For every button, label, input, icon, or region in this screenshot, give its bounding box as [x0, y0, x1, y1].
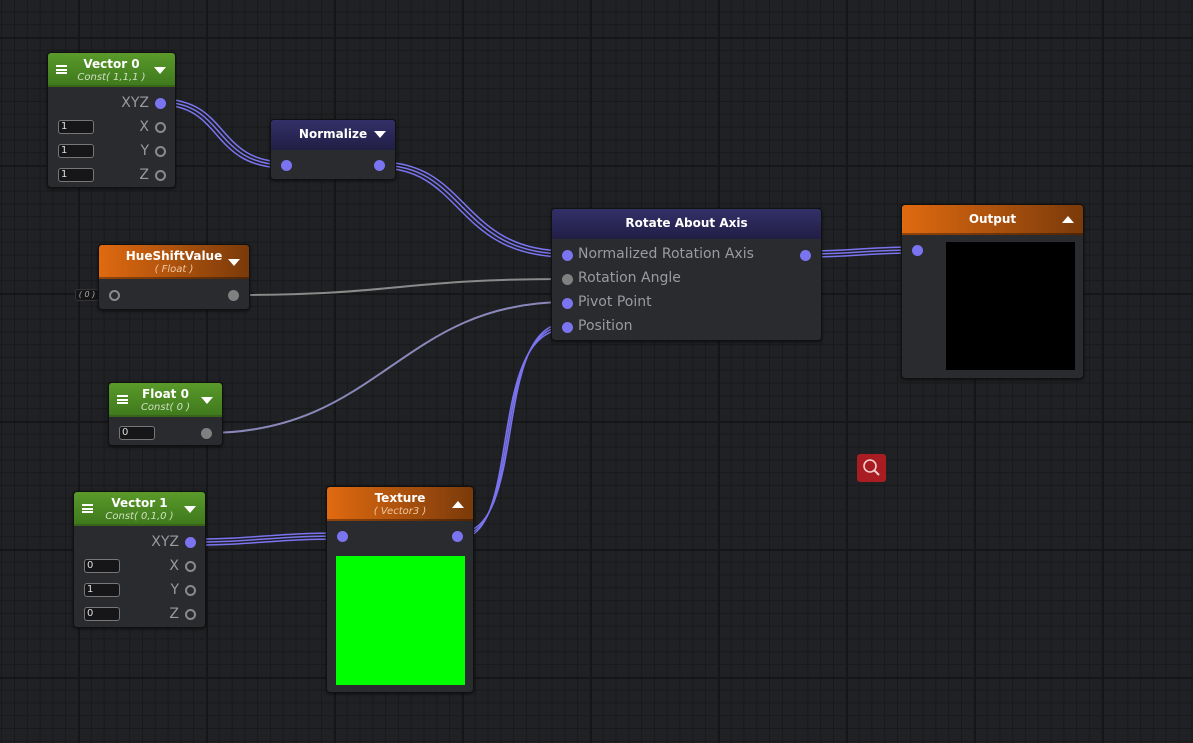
texture-node[interactable]: Texture ( Vector3 )	[326, 486, 474, 693]
input-port-angle[interactable]	[562, 274, 573, 285]
wire-vector1-texture	[189, 532, 343, 546]
z-field[interactable]: 1	[58, 168, 94, 182]
vector0-header[interactable]: Vector 0 Const( 1,1,1 )	[48, 53, 175, 87]
node-title: Vector 0	[83, 57, 140, 71]
port-label-y: Y	[170, 582, 179, 598]
output-port[interactable]	[800, 250, 811, 261]
triangle-icon[interactable]	[452, 501, 464, 508]
port-label-pivot: Pivot Point	[578, 294, 652, 310]
triangle-icon[interactable]	[1062, 216, 1074, 223]
port-label-z: Z	[169, 606, 179, 622]
input-port-axis[interactable]	[562, 250, 573, 261]
y-field[interactable]: 1	[58, 144, 94, 158]
output-port-z[interactable]	[155, 170, 166, 181]
rotate-about-axis-node[interactable]: Rotate About Axis Normalized Rotation Ax…	[551, 208, 822, 341]
y-field[interactable]: 1	[84, 583, 120, 597]
port-label-x: X	[169, 558, 179, 574]
input-port-position[interactable]	[562, 322, 573, 333]
node-title: Texture	[374, 491, 426, 505]
output-port-x[interactable]	[155, 122, 166, 133]
output-port[interactable]	[228, 290, 239, 301]
port-label-x: X	[139, 119, 149, 135]
node-title: Rotate About Axis	[625, 216, 748, 230]
x-field[interactable]: 1	[58, 120, 94, 134]
node-title: Vector 1	[111, 496, 168, 510]
node-title: HueShiftValue	[125, 249, 223, 263]
search-button[interactable]	[857, 454, 886, 482]
input-port[interactable]	[337, 531, 348, 542]
node-title: Output	[968, 212, 1017, 226]
triangle-icon[interactable]	[228, 259, 240, 266]
hueshift-node[interactable]: HueShiftValue ( Float )	[98, 244, 250, 310]
port-label-y: Y	[140, 143, 149, 159]
input-port[interactable]	[281, 160, 292, 171]
output-header[interactable]: Output	[902, 205, 1083, 235]
output-port-y[interactable]	[185, 585, 196, 596]
normalize-node[interactable]: Normalize	[270, 119, 396, 180]
node-title: Normalize	[298, 127, 368, 141]
hamburger-icon[interactable]	[56, 65, 67, 74]
wire-hueshift-rotate	[233, 278, 568, 296]
node-subtitle: ( Float )	[154, 264, 194, 275]
output-node[interactable]: Output	[901, 204, 1084, 379]
input-port-pivot[interactable]	[562, 298, 573, 309]
output-port-xyz[interactable]	[155, 98, 166, 109]
output-port-z[interactable]	[185, 609, 196, 620]
wire-normalize-rotate	[378, 161, 568, 258]
triangle-icon[interactable]	[201, 397, 213, 404]
wire-texture-rotate	[457, 322, 568, 540]
vector1-header[interactable]: Vector 1 Const( 0,1,0 )	[74, 492, 205, 526]
vector1-node[interactable]: Vector 1 Const( 0,1,0 ) XYZ 0 X 1 Y 0 Z	[73, 491, 206, 628]
port-label-xyz: XYZ	[121, 95, 149, 111]
hamburger-icon[interactable]	[117, 395, 128, 404]
output-port-x[interactable]	[185, 561, 196, 572]
normalize-header[interactable]: Normalize	[271, 120, 395, 150]
input-port[interactable]	[109, 290, 120, 301]
value-field[interactable]: 0	[119, 426, 155, 440]
rotate-header[interactable]: Rotate About Axis	[552, 209, 821, 239]
triangle-icon[interactable]	[374, 131, 386, 138]
wire-vector0-normalize	[159, 98, 287, 169]
output-port-y[interactable]	[155, 146, 166, 157]
node-title: Float 0	[142, 387, 189, 401]
hueshift-header[interactable]: HueShiftValue ( Float )	[99, 245, 249, 279]
texture-header[interactable]: Texture ( Vector3 )	[327, 487, 473, 521]
port-label-z: Z	[139, 167, 149, 183]
port-label-angle: Rotation Angle	[578, 270, 681, 286]
output-port-xyz[interactable]	[185, 537, 196, 548]
port-label-axis: Normalized Rotation Axis	[578, 246, 754, 262]
texture-preview	[336, 556, 465, 685]
output-port[interactable]	[452, 531, 463, 542]
magnifier-icon	[863, 459, 880, 476]
default-value-badge[interactable]: ( 0 )	[75, 289, 99, 301]
hamburger-icon[interactable]	[82, 504, 93, 513]
port-label-xyz: XYZ	[151, 534, 179, 550]
output-preview	[946, 242, 1075, 370]
port-label-position: Position	[578, 318, 633, 334]
z-field[interactable]: 0	[84, 607, 120, 621]
triangle-icon[interactable]	[154, 67, 166, 74]
output-port[interactable]	[374, 160, 385, 171]
input-port[interactable]	[912, 245, 923, 256]
vector0-node[interactable]: Vector 0 Const( 1,1,1 ) XYZ 1 X 1 Y 1 Z	[47, 52, 176, 188]
triangle-icon[interactable]	[184, 506, 196, 513]
output-port[interactable]	[201, 428, 212, 439]
float0-node[interactable]: Float 0 Const( 0 ) 0	[108, 382, 223, 446]
float0-header[interactable]: Float 0 Const( 0 )	[109, 383, 222, 417]
x-field[interactable]: 0	[84, 559, 120, 573]
